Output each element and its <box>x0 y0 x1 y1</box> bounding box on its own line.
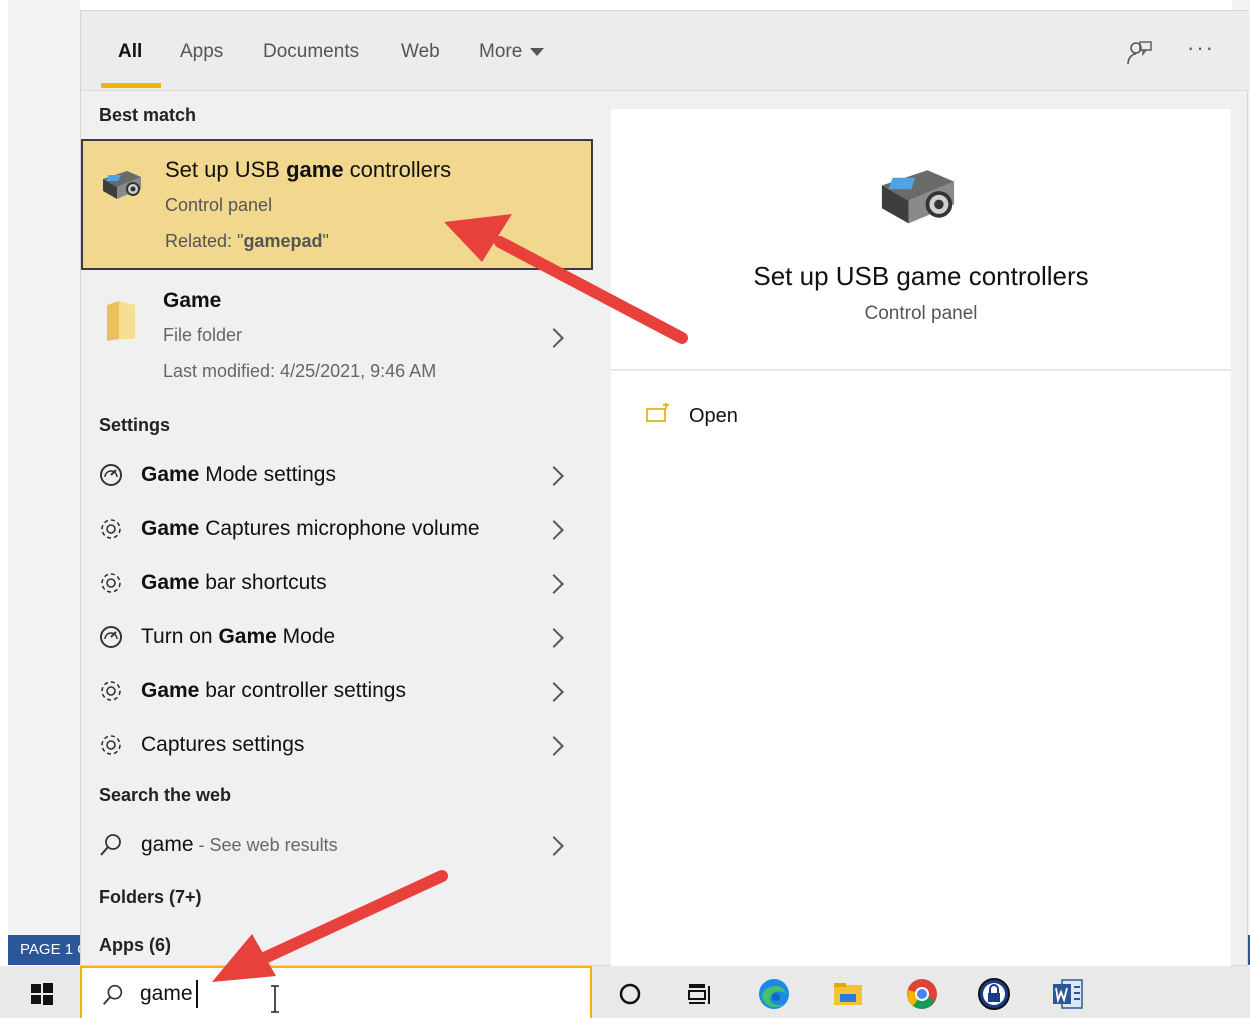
tab-more[interactable]: More <box>479 41 545 63</box>
gear-icon <box>101 735 121 755</box>
chevron-right-icon[interactable] <box>544 628 564 648</box>
settings-item-label: Turn on Game Mode <box>141 625 336 648</box>
section-best-match: Best match <box>99 105 197 125</box>
task-view-icon[interactable] <box>682 976 718 1012</box>
chrome-icon[interactable] <box>904 976 940 1012</box>
gauge-icon <box>100 626 122 648</box>
folder-icon <box>107 301 135 341</box>
game-folder-item[interactable]: Game File folder Last modified: 4/25/202… <box>81 281 593 391</box>
game-folder-modified: Last modified: 4/25/2021, 9:46 AM <box>163 361 437 381</box>
windows-start-icon[interactable] <box>30 982 54 1006</box>
search-icon <box>100 834 121 856</box>
word-icon[interactable] <box>1050 976 1086 1012</box>
game-folder-title: Game <box>163 289 222 312</box>
section-settings: Settings <box>99 415 171 435</box>
search-icon <box>103 984 123 1005</box>
caret-down-icon <box>530 47 545 56</box>
settings-item-captures-mic[interactable]: Game Captures microphone volume <box>81 503 593 557</box>
section-folders[interactable]: Folders (7+) <box>99 887 202 908</box>
chevron-right-icon[interactable] <box>544 520 564 540</box>
usb-game-controller-large-icon <box>881 170 955 224</box>
settings-item-turn-on-game-mode[interactable]: Turn on Game Mode <box>81 611 593 665</box>
open-label: Open <box>689 405 738 427</box>
section-apps[interactable]: Apps (6) <box>99 935 171 956</box>
chevron-right-icon[interactable] <box>544 682 564 702</box>
detail-title: Set up USB game controllers <box>753 261 1089 291</box>
taskbar-search-box[interactable]: game <box>80 966 592 1018</box>
text-caret <box>196 980 198 1008</box>
tab-more-label: More <box>479 41 523 62</box>
tab-apps[interactable]: Apps <box>180 41 223 63</box>
settings-item-captures-settings[interactable]: Captures settings <box>81 719 593 773</box>
settings-item-label: Captures settings <box>141 733 305 756</box>
chevron-right-icon[interactable] <box>544 466 564 486</box>
web-search-item[interactable]: game - See web results <box>81 819 593 873</box>
game-folder-subtitle: File folder <box>163 325 243 345</box>
more-options-icon[interactable]: ··· <box>1187 35 1215 61</box>
best-match-subtitle: Control panel <box>165 195 273 215</box>
tab-web[interactable]: Web <box>401 41 440 63</box>
password-manager-icon[interactable] <box>976 976 1012 1012</box>
open-icon <box>646 403 669 422</box>
cortana-icon[interactable] <box>612 976 648 1012</box>
tab-documents[interactable]: Documents <box>263 41 359 63</box>
detail-header: Set up USB game controllers Control pane… <box>611 109 1231 371</box>
feedback-icon[interactable] <box>1125 39 1153 67</box>
edge-browser-icon[interactable] <box>756 976 792 1012</box>
detail-subtitle: Control panel <box>864 303 978 324</box>
chevron-right-icon[interactable] <box>544 736 564 756</box>
file-explorer-icon[interactable] <box>830 976 866 1012</box>
section-search-web: Search the web <box>99 785 232 805</box>
filter-tabs: All Apps Documents Web More ··· <box>81 11 1249 91</box>
settings-item-bar-shortcuts[interactable]: Game bar shortcuts <box>81 557 593 611</box>
usb-game-controller-icon <box>103 171 141 199</box>
settings-item-label: Game Captures microphone volume <box>141 517 480 540</box>
chevron-right-icon[interactable] <box>544 836 564 856</box>
search-panel: All Apps Documents Web More ··· Best mat… <box>80 10 1249 967</box>
settings-item-label: Game Mode settings <box>141 463 336 486</box>
best-match-related: Related: "gamepad" <box>165 231 329 251</box>
gauge-icon <box>100 464 122 486</box>
settings-item-bar-controller[interactable]: Game bar controller settings <box>81 665 593 719</box>
word-status-bar: PAGE 1 OF <box>8 935 82 965</box>
status-page-text: PAGE 1 OF <box>20 941 82 958</box>
tab-all[interactable]: All <box>118 41 142 63</box>
detail-pane: Set up USB game controllers Control pane… <box>611 109 1231 967</box>
chevron-right-icon[interactable] <box>544 328 564 348</box>
results-list: Best match Set up USB game controllers C… <box>81 91 593 967</box>
gear-icon <box>101 573 121 593</box>
search-input[interactable]: game <box>140 982 193 1006</box>
word-document-edge <box>8 0 80 935</box>
gear-icon <box>101 519 121 539</box>
tab-active-indicator <box>101 83 161 88</box>
settings-item-label: Game bar controller settings <box>141 679 406 702</box>
ibeam-cursor-icon <box>271 985 279 1013</box>
best-match-item[interactable]: Set up USB game controllers Control pane… <box>81 139 593 270</box>
chevron-right-icon[interactable] <box>544 574 564 594</box>
settings-item-game-mode[interactable]: Game Mode settings <box>81 449 593 503</box>
settings-item-label: Game bar shortcuts <box>141 571 327 594</box>
best-match-title: Set up USB game controllers <box>165 157 452 182</box>
taskbar: game <box>0 966 1250 1018</box>
web-search-label: game - See web results <box>141 833 338 856</box>
gear-icon <box>101 681 121 701</box>
